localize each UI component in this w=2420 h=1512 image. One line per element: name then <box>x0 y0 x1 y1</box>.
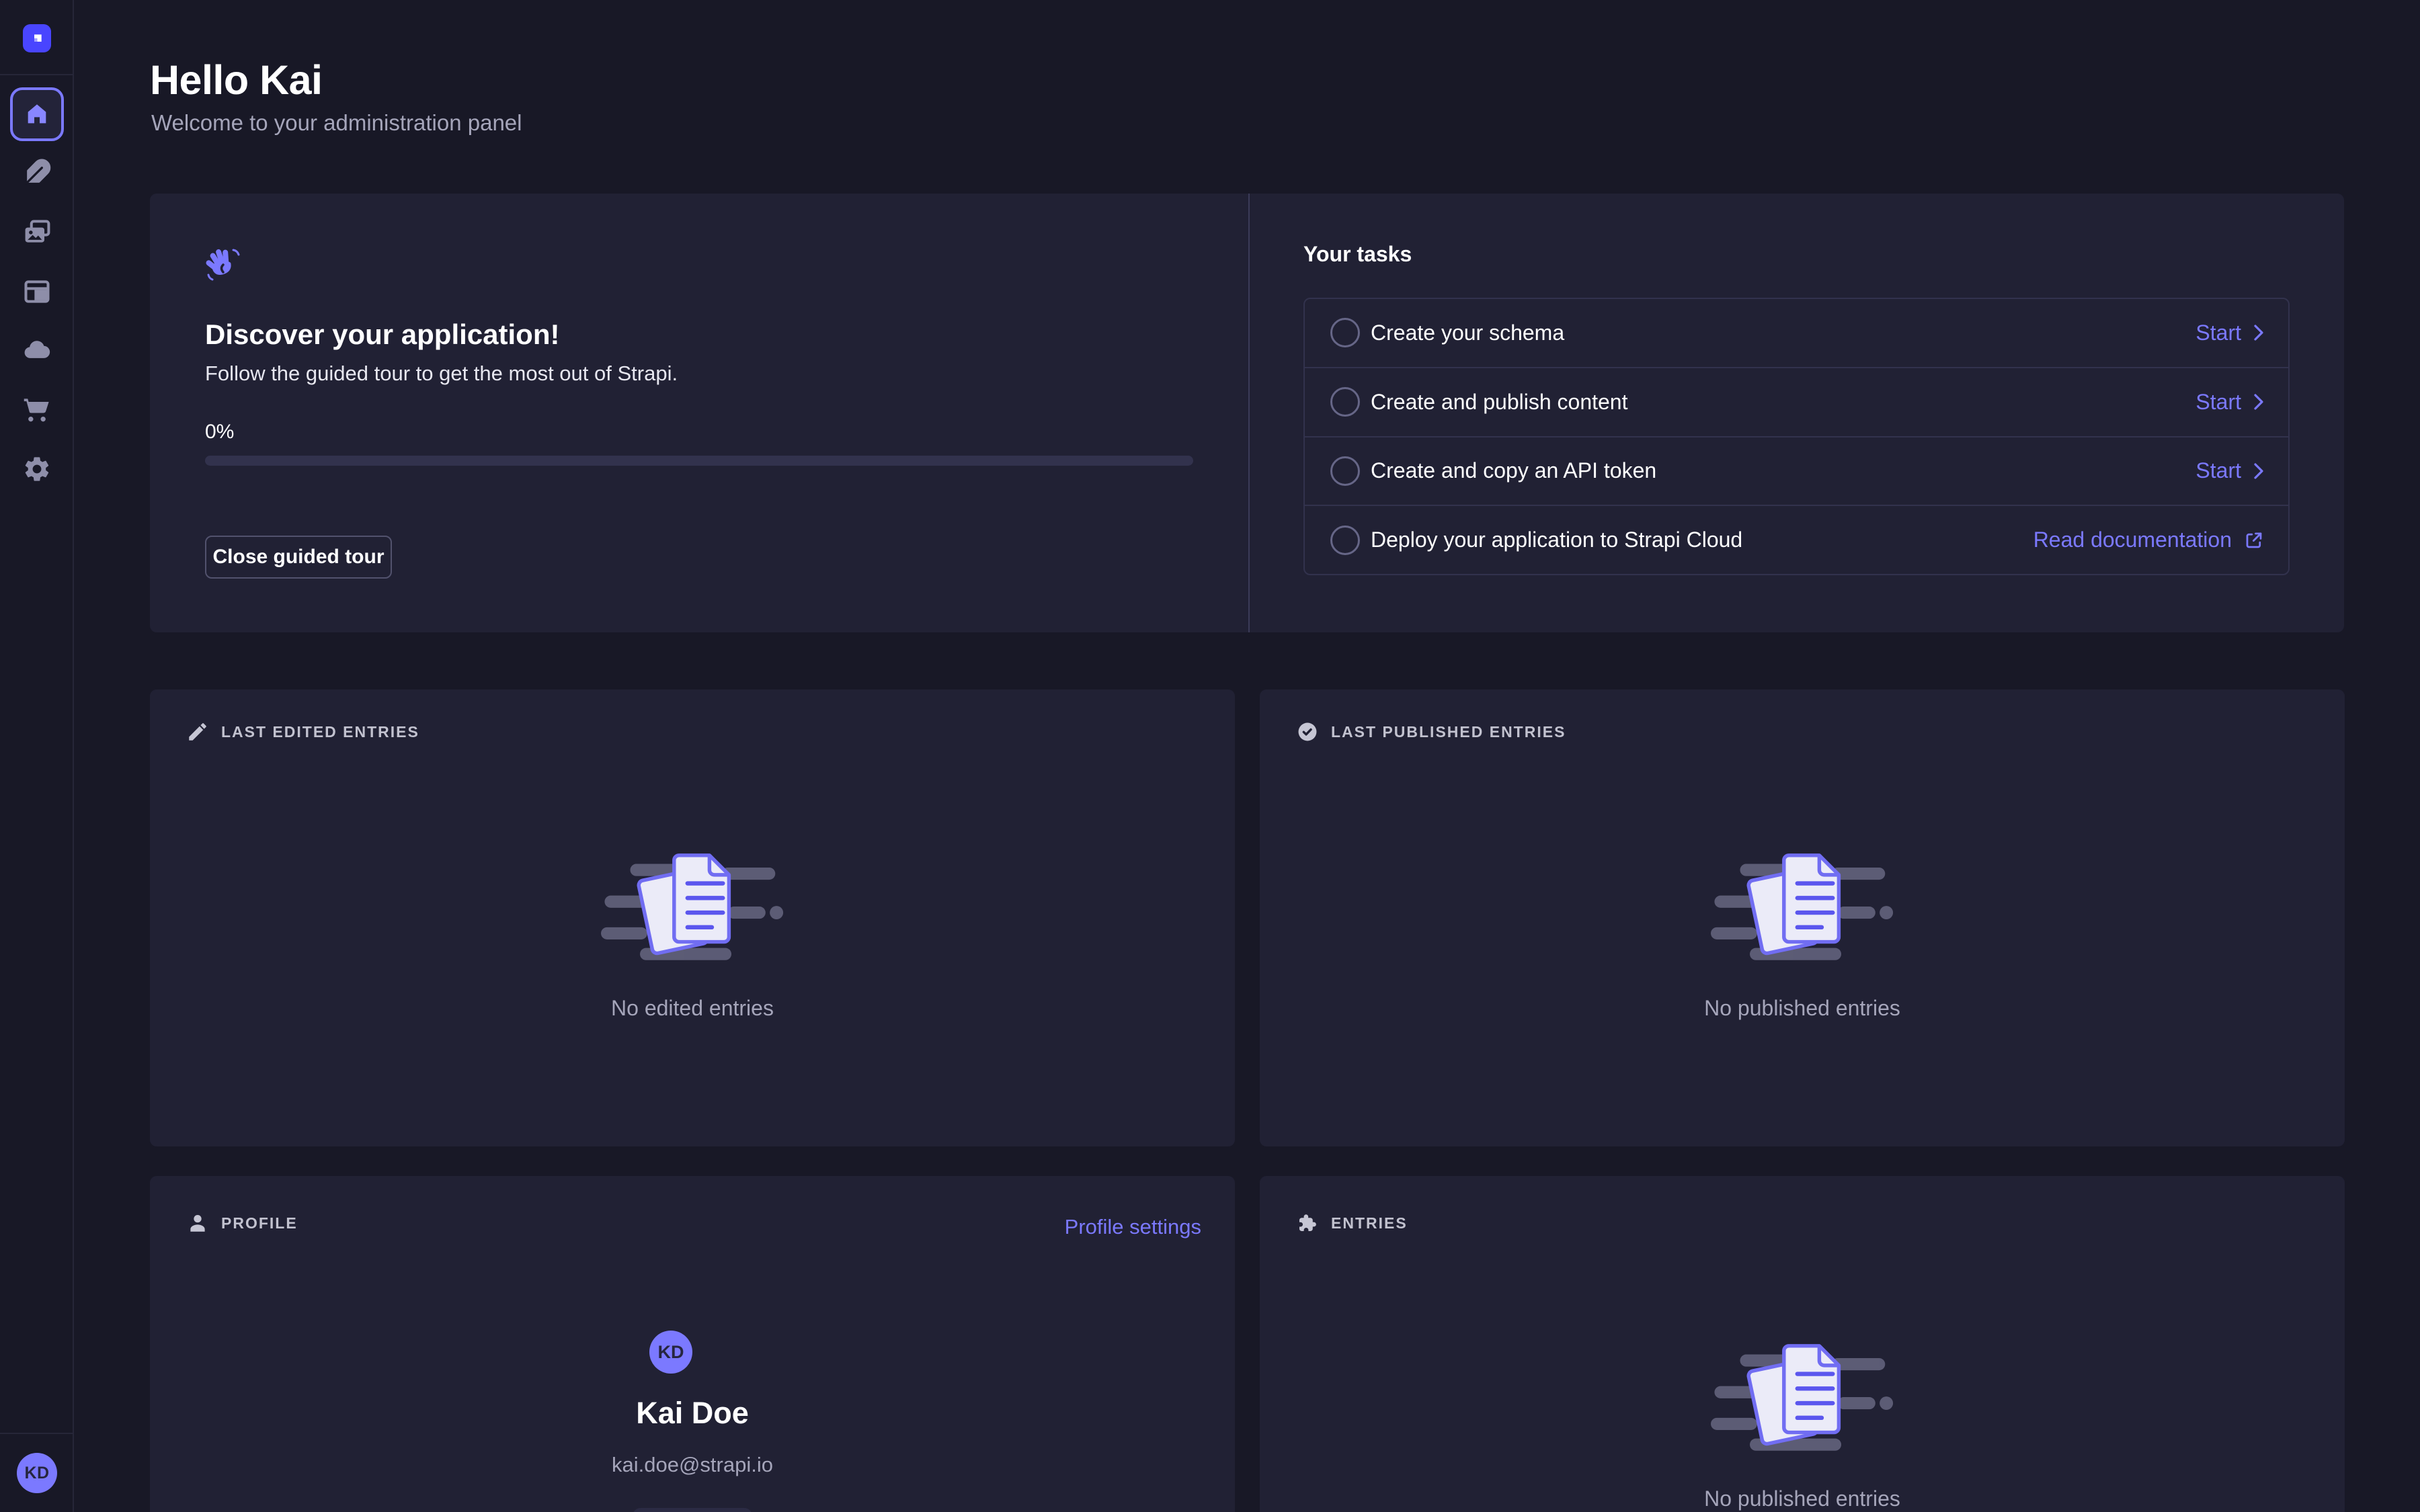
last-published-entries-card: LAST PUBLISHED ENTRIES No published entr… <box>1260 689 2345 1146</box>
sidebar-item-media-library[interactable] <box>22 217 52 247</box>
task-label: Create and publish content <box>1371 390 1627 415</box>
task-row[interactable]: Create and copy an API token Start <box>1305 436 2288 505</box>
task-action-label: Start <box>2195 458 2241 483</box>
task-label: Deploy your application to Strapi Cloud <box>1371 528 1742 552</box>
documents-illustration <box>601 845 784 968</box>
profile-settings-link[interactable]: Profile settings <box>1065 1215 1201 1239</box>
sidebar-item-content-manager[interactable] <box>22 277 52 306</box>
chevron-right-icon <box>2253 393 2264 411</box>
sidebar-item-settings[interactable] <box>22 454 52 484</box>
strapi-logo-icon <box>28 30 46 48</box>
task-start-link[interactable]: Start <box>2195 321 2264 345</box>
sidebar: KD <box>0 0 74 1512</box>
empty-state: No edited entries <box>150 845 1235 1021</box>
layout-icon <box>22 277 52 306</box>
task-status-circle[interactable] <box>1330 526 1360 555</box>
widget-title: ENTRIES <box>1331 1214 1408 1232</box>
chevron-right-icon <box>2253 462 2264 480</box>
page-title: Hello Kai <box>150 56 323 103</box>
user-avatar[interactable]: KD <box>17 1453 57 1493</box>
sidebar-divider <box>0 74 74 75</box>
close-guided-tour-button[interactable]: Close guided tour <box>205 536 392 579</box>
widget-header: LAST EDITED ENTRIES <box>186 720 419 743</box>
task-label: Create your schema <box>1371 321 1564 345</box>
task-start-link[interactable]: Start <box>2195 390 2264 415</box>
widget-header: LAST PUBLISHED ENTRIES <box>1296 720 1566 743</box>
documents-illustration <box>1711 1336 1894 1458</box>
task-start-link[interactable]: Start <box>2195 458 2264 483</box>
check-circle-icon <box>1296 720 1319 743</box>
documents-illustration <box>1711 845 1894 968</box>
widget-title: LAST EDITED ENTRIES <box>221 723 419 741</box>
page-subtitle: Welcome to your administration panel <box>151 110 522 136</box>
tasks-title: Your tasks <box>1303 242 1412 267</box>
widget-title: PROFILE <box>221 1214 298 1232</box>
sidebar-item-home[interactable] <box>10 87 64 141</box>
sidebar-item-cloud[interactable] <box>22 335 52 365</box>
profile-avatar: KD <box>649 1331 692 1374</box>
guided-tour-description: Follow the guided tour to get the most o… <box>205 362 678 386</box>
sidebar-item-content-type-builder[interactable] <box>22 158 52 187</box>
task-action-label: Start <box>2195 390 2241 415</box>
task-label: Create and copy an API token <box>1371 458 1656 483</box>
empty-state: No published entries <box>1260 845 2345 1021</box>
last-edited-entries-card: LAST EDITED ENTRIES No edited entries <box>150 689 1235 1146</box>
cloud-icon <box>22 335 52 365</box>
person-icon <box>186 1212 209 1234</box>
read-documentation-link[interactable]: Read documentation <box>2033 528 2264 552</box>
images-icon <box>22 217 52 247</box>
puzzle-icon <box>1296 1212 1319 1234</box>
task-action-label: Start <box>2195 321 2241 345</box>
guided-tour-card: Discover your application! Follow the gu… <box>150 194 2344 632</box>
task-status-circle[interactable] <box>1330 318 1360 347</box>
widget-header: PROFILE <box>186 1212 298 1234</box>
entries-card: ENTRIES No published entries <box>1260 1176 2345 1512</box>
empty-state: No published entries <box>1260 1336 2345 1511</box>
chevron-right-icon <box>2253 324 2264 341</box>
home-icon <box>24 101 50 128</box>
task-row[interactable]: Deploy your application to Strapi Cloud … <box>1305 505 2288 574</box>
widget-title: LAST PUBLISHED ENTRIES <box>1331 723 1566 741</box>
task-status-circle[interactable] <box>1330 387 1360 417</box>
feather-icon <box>22 158 52 187</box>
profile-email: kai.doe@strapi.io <box>150 1453 1235 1477</box>
profile-name: Kai Doe <box>150 1396 1235 1431</box>
task-row[interactable]: Create and publish content Start <box>1305 367 2288 436</box>
external-link-icon <box>2244 530 2264 550</box>
strapi-admin-dashboard: KD Hello Kai Welcome to your administrat… <box>0 0 2420 1512</box>
sidebar-divider <box>0 1433 74 1434</box>
sidebar-item-marketplace[interactable] <box>22 394 52 424</box>
task-row[interactable]: Create your schema Start <box>1305 299 2288 367</box>
empty-state-text: No published entries <box>1704 1486 1900 1511</box>
task-list: Create your schema Start Create and publ… <box>1303 298 2290 575</box>
empty-state-text: No edited entries <box>611 996 774 1021</box>
task-status-circle[interactable] <box>1330 456 1360 486</box>
progress-bar <box>205 456 1193 466</box>
pencil-icon <box>186 720 209 743</box>
gear-icon <box>22 454 52 484</box>
progress-percentage: 0% <box>205 421 234 444</box>
hand-wave-icon <box>204 245 241 282</box>
strapi-logo <box>23 24 51 52</box>
cart-icon <box>22 394 52 424</box>
profile-card: PROFILE Profile settings KD Kai Doe kai.… <box>150 1176 1235 1512</box>
empty-state-text: No published entries <box>1704 996 1900 1021</box>
role-badge <box>633 1508 752 1512</box>
card-vertical-divider <box>1248 194 1250 632</box>
widget-header: ENTRIES <box>1296 1212 1408 1234</box>
task-action-label: Read documentation <box>2033 528 2232 552</box>
guided-tour-title: Discover your application! <box>205 319 559 351</box>
